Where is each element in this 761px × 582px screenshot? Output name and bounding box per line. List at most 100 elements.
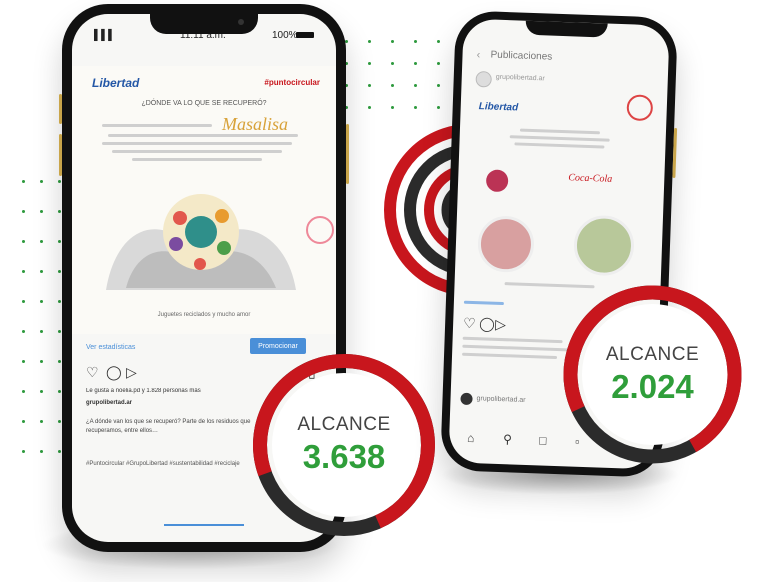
text-line: [102, 142, 292, 145]
side-button: [672, 127, 678, 179]
text-line: [108, 134, 298, 137]
home-icon[interactable]: ⌂: [467, 431, 475, 445]
text-line: [102, 124, 212, 127]
partner-logo: Masalisa: [222, 114, 289, 134]
hashtag-header: #puntocircular: [264, 78, 320, 87]
dot: [22, 360, 25, 363]
dot: [58, 240, 61, 243]
hands-heart-illustration: [106, 194, 296, 290]
notch: [525, 20, 608, 38]
dot: [40, 270, 43, 273]
reach-badge-left: ALCANCE 3.638: [272, 373, 416, 517]
status-battery: 100%: [272, 30, 298, 41]
dot: [40, 210, 43, 213]
image-circle-right: [572, 214, 636, 277]
dot: [58, 180, 61, 183]
reach-badge-right: ALCANCE 2.024: [582, 304, 723, 445]
back-arrow-icon[interactable]: ‹: [476, 49, 480, 61]
dot: [368, 106, 371, 109]
share-icon[interactable]: ▷: [126, 364, 137, 381]
side-button: [59, 134, 62, 176]
side-button: [346, 124, 349, 184]
comment-icon[interactable]: ◯: [479, 315, 495, 333]
footer-avatar: [460, 392, 473, 406]
text-line: [132, 158, 262, 161]
text-line: [112, 150, 282, 153]
dot: [22, 390, 25, 393]
dot: [368, 84, 371, 87]
share-icon[interactable]: ▷: [495, 316, 506, 333]
post-card: Libertad #puntocircular ¿DÓNDE VA LO QUE…: [72, 66, 336, 334]
avatar: [475, 70, 492, 88]
dot: [40, 420, 43, 423]
dot: [40, 180, 43, 183]
dot: [58, 210, 61, 213]
post-caption: Juguetes reciclados y mucho amor: [157, 312, 251, 318]
footer-account[interactable]: grupolibertad.ar: [476, 395, 525, 404]
dot: [391, 40, 394, 43]
dot: [414, 84, 417, 87]
stats-link[interactable]: Ver estadísticas: [86, 344, 135, 351]
home-indicator: [164, 524, 244, 526]
reach-label: ALCANCE: [297, 414, 391, 435]
body-line-2: [462, 352, 558, 359]
dot: [437, 84, 440, 87]
dot: [437, 40, 440, 43]
dot: [58, 360, 61, 363]
dot: [414, 62, 417, 65]
post-account[interactable]: grupolibertad.ar: [496, 74, 545, 83]
dot: [368, 62, 371, 65]
dot: [58, 300, 61, 303]
dot: [40, 360, 43, 363]
phone-right-header: Publicaciones: [490, 49, 553, 63]
battery-icon: [296, 32, 314, 38]
dot: [22, 180, 25, 183]
seal-icon: [306, 216, 334, 244]
avatar-small-left: [485, 169, 509, 193]
post-account[interactable]: grupolibertad.ar: [86, 400, 132, 406]
post-body: ¿A dónde van los que se recuperó? Parte …: [86, 419, 251, 434]
post-headline: ¿DÓNDE VA LO QUE SE RECUPERÓ?: [141, 100, 267, 107]
likes-line: [462, 336, 563, 344]
dot: [414, 40, 417, 43]
dot: [391, 84, 394, 87]
dot: [391, 106, 394, 109]
image-circle-left: [477, 215, 535, 274]
brand-logo: Libertad: [478, 101, 519, 114]
dot: [414, 106, 417, 109]
comment-icon[interactable]: ◯: [106, 364, 122, 381]
reels-icon[interactable]: □: [539, 433, 547, 447]
seal-icon: [626, 94, 654, 122]
dot: [22, 420, 25, 423]
body-line-1: [462, 344, 573, 352]
dot: [437, 62, 440, 65]
reach-value: 2.024: [611, 367, 694, 405]
dot: [40, 240, 43, 243]
dot: [22, 300, 25, 303]
dot: [22, 450, 25, 453]
dot: [22, 270, 25, 273]
partner-logo: Coca-Cola: [568, 172, 613, 185]
camera-dot: [238, 19, 244, 25]
brand-logo: Libertad: [92, 76, 140, 90]
dot: [368, 40, 371, 43]
dot: [40, 300, 43, 303]
dot: [58, 390, 61, 393]
side-button: [59, 94, 62, 124]
dot: [40, 450, 43, 453]
reach-label: ALCANCE: [605, 343, 700, 365]
dot: [58, 330, 61, 333]
heart-icon[interactable]: ♡: [86, 364, 99, 381]
dot: [58, 420, 61, 423]
dot: [437, 106, 440, 109]
dot: [22, 210, 25, 213]
signal-icon: ▌▌▌: [94, 30, 116, 41]
likes-text: Le gusta a noelia.pd y 1.828 personas má…: [86, 388, 201, 394]
heart-icon[interactable]: ♡: [463, 315, 476, 332]
dot: [22, 330, 25, 333]
dot: [22, 240, 25, 243]
stats-link: [463, 300, 504, 306]
dot: [391, 62, 394, 65]
search-icon[interactable]: ⚲: [503, 432, 512, 446]
dot: [40, 330, 43, 333]
